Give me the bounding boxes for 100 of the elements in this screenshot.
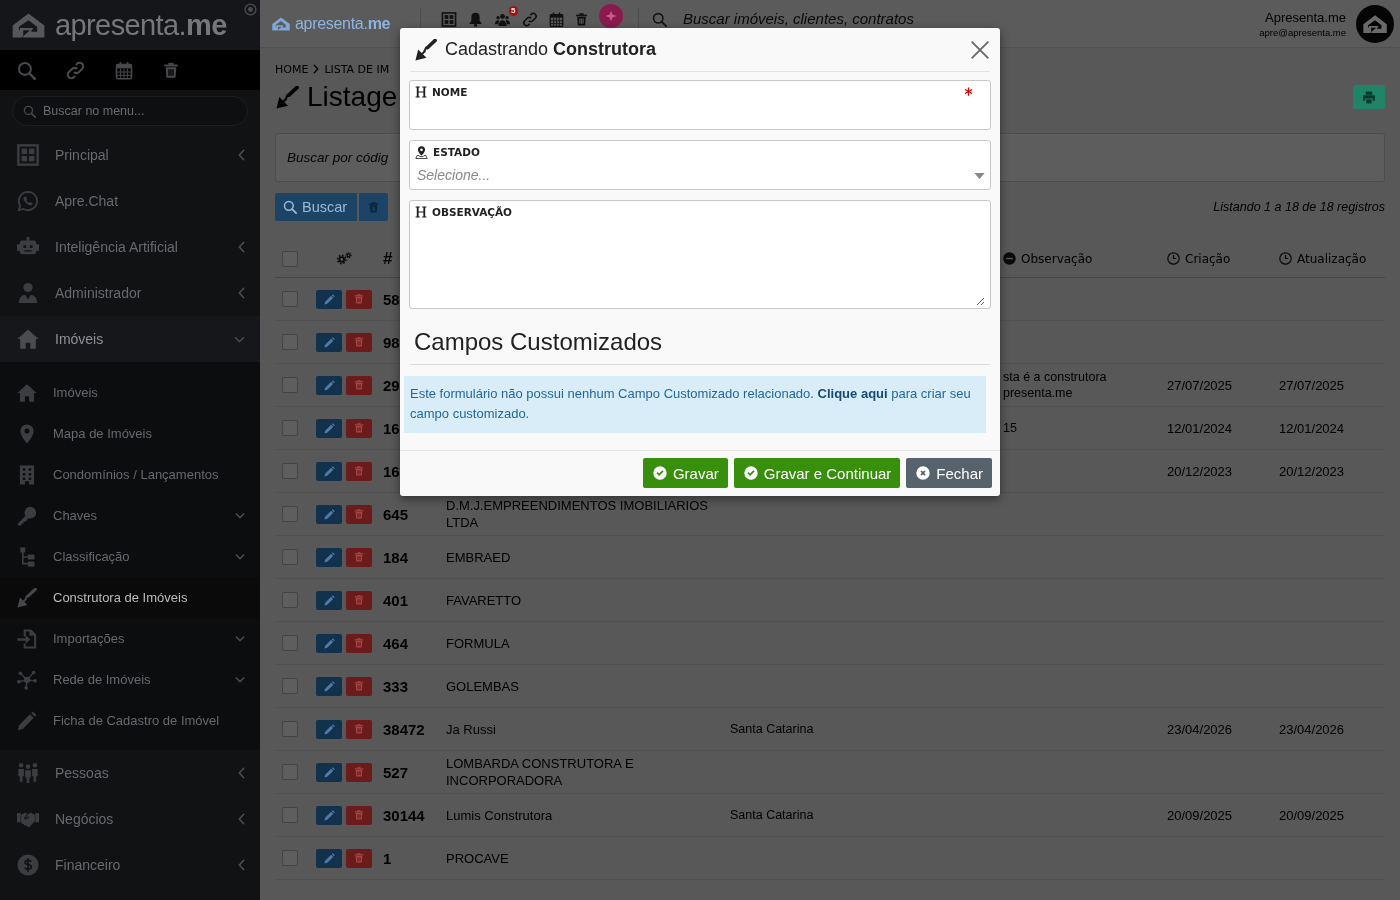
sidebar-item[interactable]: Ficha de Cadastro de Imóvel: [0, 700, 260, 741]
delete-button[interactable]: [346, 418, 372, 438]
calendar-icon[interactable]: [115, 60, 133, 80]
delete-button[interactable]: [346, 547, 372, 567]
table-cell: 464: [383, 634, 409, 652]
sidebar-item[interactable]: Financeiro: [0, 842, 260, 888]
people-icon[interactable]: [494, 12, 511, 27]
sidebar-item[interactable]: Administrador: [0, 270, 260, 316]
column-header: #: [383, 248, 393, 268]
delete-button[interactable]: [346, 289, 372, 309]
column-header[interactable]: Criação: [1167, 251, 1273, 266]
sparkle-button[interactable]: [599, 4, 623, 28]
sidebar-item[interactable]: Inteligência Artificial: [0, 224, 260, 270]
action-button[interactable]: Gravar: [642, 458, 728, 488]
sidebar-item[interactable]: Imóveis: [0, 316, 260, 362]
table-cell: 38472: [383, 720, 425, 738]
search-field[interactable]: Buscar imóveis, clientes, contratos: [683, 9, 923, 27]
row-checkbox[interactable]: [282, 420, 298, 436]
breadcrumb-link[interactable]: LISTA DE IM: [324, 62, 390, 76]
edit-button[interactable]: [316, 418, 342, 438]
field-label: ESTADO: [433, 146, 480, 158]
text-field[interactable]: NOME: [409, 80, 991, 130]
delete-button[interactable]: [346, 590, 372, 610]
edit-button[interactable]: [316, 547, 342, 567]
sidebar-item[interactable]: Apre.Chat: [0, 178, 260, 224]
sidebar-item[interactable]: Mapa de Imóveis: [0, 413, 260, 454]
sidebar-item[interactable]: Imóveis: [0, 372, 260, 413]
row-checkbox[interactable]: [282, 850, 298, 866]
delete-button[interactable]: [346, 375, 372, 395]
breadcrumb-link[interactable]: HOME: [275, 62, 309, 76]
row-checkbox[interactable]: [282, 291, 298, 307]
sidebar-item[interactable]: Pessoas: [0, 750, 260, 796]
edit-button[interactable]: [316, 590, 342, 610]
edit-button[interactable]: [316, 633, 342, 653]
create-field-link[interactable]: Clique aqui: [817, 386, 888, 401]
row-checkbox[interactable]: [282, 549, 298, 565]
row-checkbox[interactable]: [282, 807, 298, 823]
column-header[interactable]: Observação: [1003, 251, 1161, 266]
sidebar-item[interactable]: Construtora de Imóveis: [0, 577, 260, 618]
row-checkbox[interactable]: [282, 506, 298, 522]
sidebar-item[interactable]: Rede de Imóveis: [0, 659, 260, 700]
bell-icon[interactable]: [468, 12, 483, 27]
dashboard-grid-icon[interactable]: [441, 12, 457, 27]
delete-button[interactable]: [346, 848, 372, 868]
link-icon[interactable]: [522, 12, 538, 27]
sidebar-item[interactable]: Classificação: [0, 536, 260, 577]
sidebar-item[interactable]: Chaves: [0, 495, 260, 536]
calendar-icon[interactable]: [549, 12, 564, 27]
edit-button[interactable]: [316, 719, 342, 739]
edit-button[interactable]: [316, 504, 342, 524]
search-button[interactable]: Buscar: [275, 193, 357, 221]
row-checkbox[interactable]: [282, 721, 298, 737]
sidebar-item[interactable]: Importações: [0, 618, 260, 659]
avatar-logo-icon[interactable]: [1356, 5, 1394, 43]
sidebar-item[interactable]: Condomínios / Lançamentos: [0, 454, 260, 495]
action-button[interactable]: Fechar: [906, 458, 992, 488]
print-button[interactable]: [1353, 85, 1385, 109]
target-icon[interactable]: [244, 3, 257, 16]
delete-button[interactable]: [346, 332, 372, 352]
edit-button[interactable]: [316, 762, 342, 782]
edit-button[interactable]: [316, 461, 342, 481]
trash-icon: [354, 293, 364, 305]
delete-button[interactable]: [346, 676, 372, 696]
field-label: OBSERVAÇÃO: [432, 206, 513, 218]
column-header[interactable]: Atualização: [1279, 251, 1385, 266]
trash-icon[interactable]: [163, 60, 179, 80]
link-icon[interactable]: [66, 60, 85, 80]
action-button[interactable]: Gravar e Continuar: [733, 458, 901, 488]
menu-search-field[interactable]: Buscar no menu...: [12, 96, 248, 126]
delete-button[interactable]: [346, 805, 372, 825]
clear-button[interactable]: [359, 193, 388, 221]
row-checkbox[interactable]: [282, 764, 298, 780]
dropdown-field[interactable]: ESTADO Selecione...: [409, 140, 991, 190]
select-all-checkbox[interactable]: [282, 250, 298, 267]
textarea-field[interactable]: OBSERVAÇÃO: [409, 200, 991, 309]
row-checkbox[interactable]: [282, 334, 298, 350]
row-checkbox[interactable]: [282, 635, 298, 651]
search-field[interactable]: Buscar por códig: [287, 147, 397, 168]
edit-button[interactable]: [316, 289, 342, 309]
edit-button[interactable]: [316, 375, 342, 395]
delete-button[interactable]: [346, 719, 372, 739]
edit-button[interactable]: [316, 332, 342, 352]
pencil-icon: [323, 465, 335, 477]
close-button[interactable]: [970, 39, 990, 60]
trash-icon[interactable]: [575, 12, 588, 27]
sidebar-item[interactable]: Principal: [0, 132, 260, 178]
edit-button[interactable]: [316, 848, 342, 868]
row-checkbox[interactable]: [282, 377, 298, 393]
sidebar-item[interactable]: Negócios: [0, 796, 260, 842]
edit-button[interactable]: [316, 805, 342, 825]
row-checkbox[interactable]: [282, 592, 298, 608]
search-icon[interactable]: [652, 12, 667, 27]
delete-button[interactable]: [346, 633, 372, 653]
delete-button[interactable]: [346, 461, 372, 481]
delete-button[interactable]: [346, 762, 372, 782]
row-checkbox[interactable]: [282, 678, 298, 694]
search-icon[interactable]: [17, 60, 36, 80]
row-checkbox[interactable]: [282, 463, 298, 479]
edit-button[interactable]: [316, 676, 342, 696]
delete-button[interactable]: [346, 504, 372, 524]
